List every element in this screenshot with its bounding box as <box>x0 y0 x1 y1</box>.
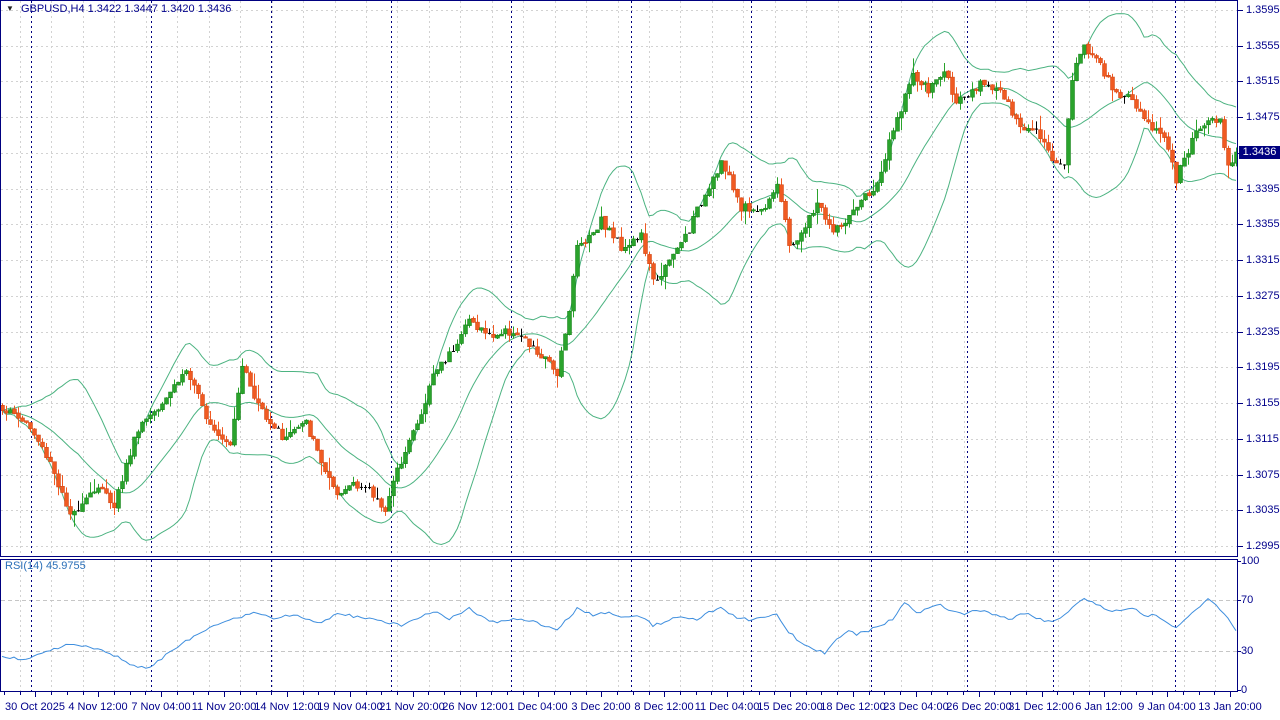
rsi-name: RSI(14) <box>5 560 43 572</box>
price-axis-label: 1.3555 <box>1246 40 1280 52</box>
time-axis-label: 7 Nov 04:00 <box>131 701 190 713</box>
time-axis-label: 6 Jan 12:00 <box>1075 701 1133 713</box>
price-axis-label: 1.3235 <box>1246 326 1280 338</box>
time-axis-label: 31 Dec 12:00 <box>1008 701 1073 713</box>
rsi-axis-label: 0 <box>1241 684 1247 696</box>
price-axis-label: 1.3515 <box>1246 75 1280 87</box>
time-axis-label: 4 Nov 12:00 <box>68 701 127 713</box>
price-axis-label: 1.3355 <box>1246 218 1280 230</box>
price-axis-label: 1.3115 <box>1246 433 1279 445</box>
time-axis-label: 26 Nov 12:00 <box>442 701 507 713</box>
time-axis-label: 21 Nov 20:00 <box>379 701 444 713</box>
rsi-indicator-label: RSI(14) 45.9755 <box>5 560 86 572</box>
price-axis-label: 1.3075 <box>1246 469 1280 481</box>
price-axis-label: 1.3315 <box>1246 254 1280 266</box>
time-axis-label: 30 Oct 2025 <box>5 701 65 713</box>
time-axis-label: 9 Jan 04:00 <box>1138 701 1196 713</box>
time-axis-label: 18 Dec 12:00 <box>820 701 885 713</box>
rsi-axis-label: 70 <box>1241 594 1253 606</box>
time-axis-label: 11 Nov 20:00 <box>192 701 257 713</box>
time-axis-label: 26 Dec 20:00 <box>946 701 1011 713</box>
time-axis-label: 1 Dec 04:00 <box>508 701 567 713</box>
time-axis-label: 13 Jan 20:00 <box>1198 701 1262 713</box>
price-axis-label: 1.3155 <box>1246 397 1280 409</box>
price-axis-label: 1.3035 <box>1246 504 1280 516</box>
time-axis-label: 11 Dec 04:00 <box>695 701 760 713</box>
time-axis-label: 14 Nov 12:00 <box>254 701 319 713</box>
time-axis-label: 15 Dec 20:00 <box>757 701 822 713</box>
price-axis-label: 1.2995 <box>1246 540 1280 552</box>
symbol-timeframe-label: GBPUSD,H4 <box>21 3 85 15</box>
ohlc-values-label: 1.3422 1.3447 1.3420 1.3436 <box>88 3 232 15</box>
time-axis-label: 3 Dec 20:00 <box>571 701 630 713</box>
price-axis-label: 1.3395 <box>1246 183 1280 195</box>
trading-terminal-chart-window: ▼ GBPUSD,H4 1.3422 1.3447 1.3420 1.3436 … <box>0 0 1280 720</box>
chart-canvas[interactable] <box>0 0 1280 720</box>
price-axis-label: 1.3595 <box>1246 4 1280 16</box>
time-axis-label: 8 Dec 12:00 <box>634 701 693 713</box>
current-price-badge: 1.3436 <box>1239 146 1280 159</box>
price-axis-label: 1.3275 <box>1246 290 1280 302</box>
chart-title: ▼ GBPUSD,H4 1.3422 1.3447 1.3420 1.3436 <box>6 3 231 15</box>
rsi-axis-label: 30 <box>1241 645 1253 657</box>
price-axis-label: 1.3195 <box>1246 361 1280 373</box>
rsi-axis-label: 100 <box>1241 555 1259 567</box>
price-axis-label: 1.3475 <box>1246 111 1280 123</box>
symbol-marker-icon: ▼ <box>6 4 14 13</box>
time-axis-label: 23 Dec 04:00 <box>883 701 948 713</box>
rsi-value: 45.9755 <box>46 560 86 572</box>
time-axis-label: 19 Nov 04:00 <box>317 701 382 713</box>
